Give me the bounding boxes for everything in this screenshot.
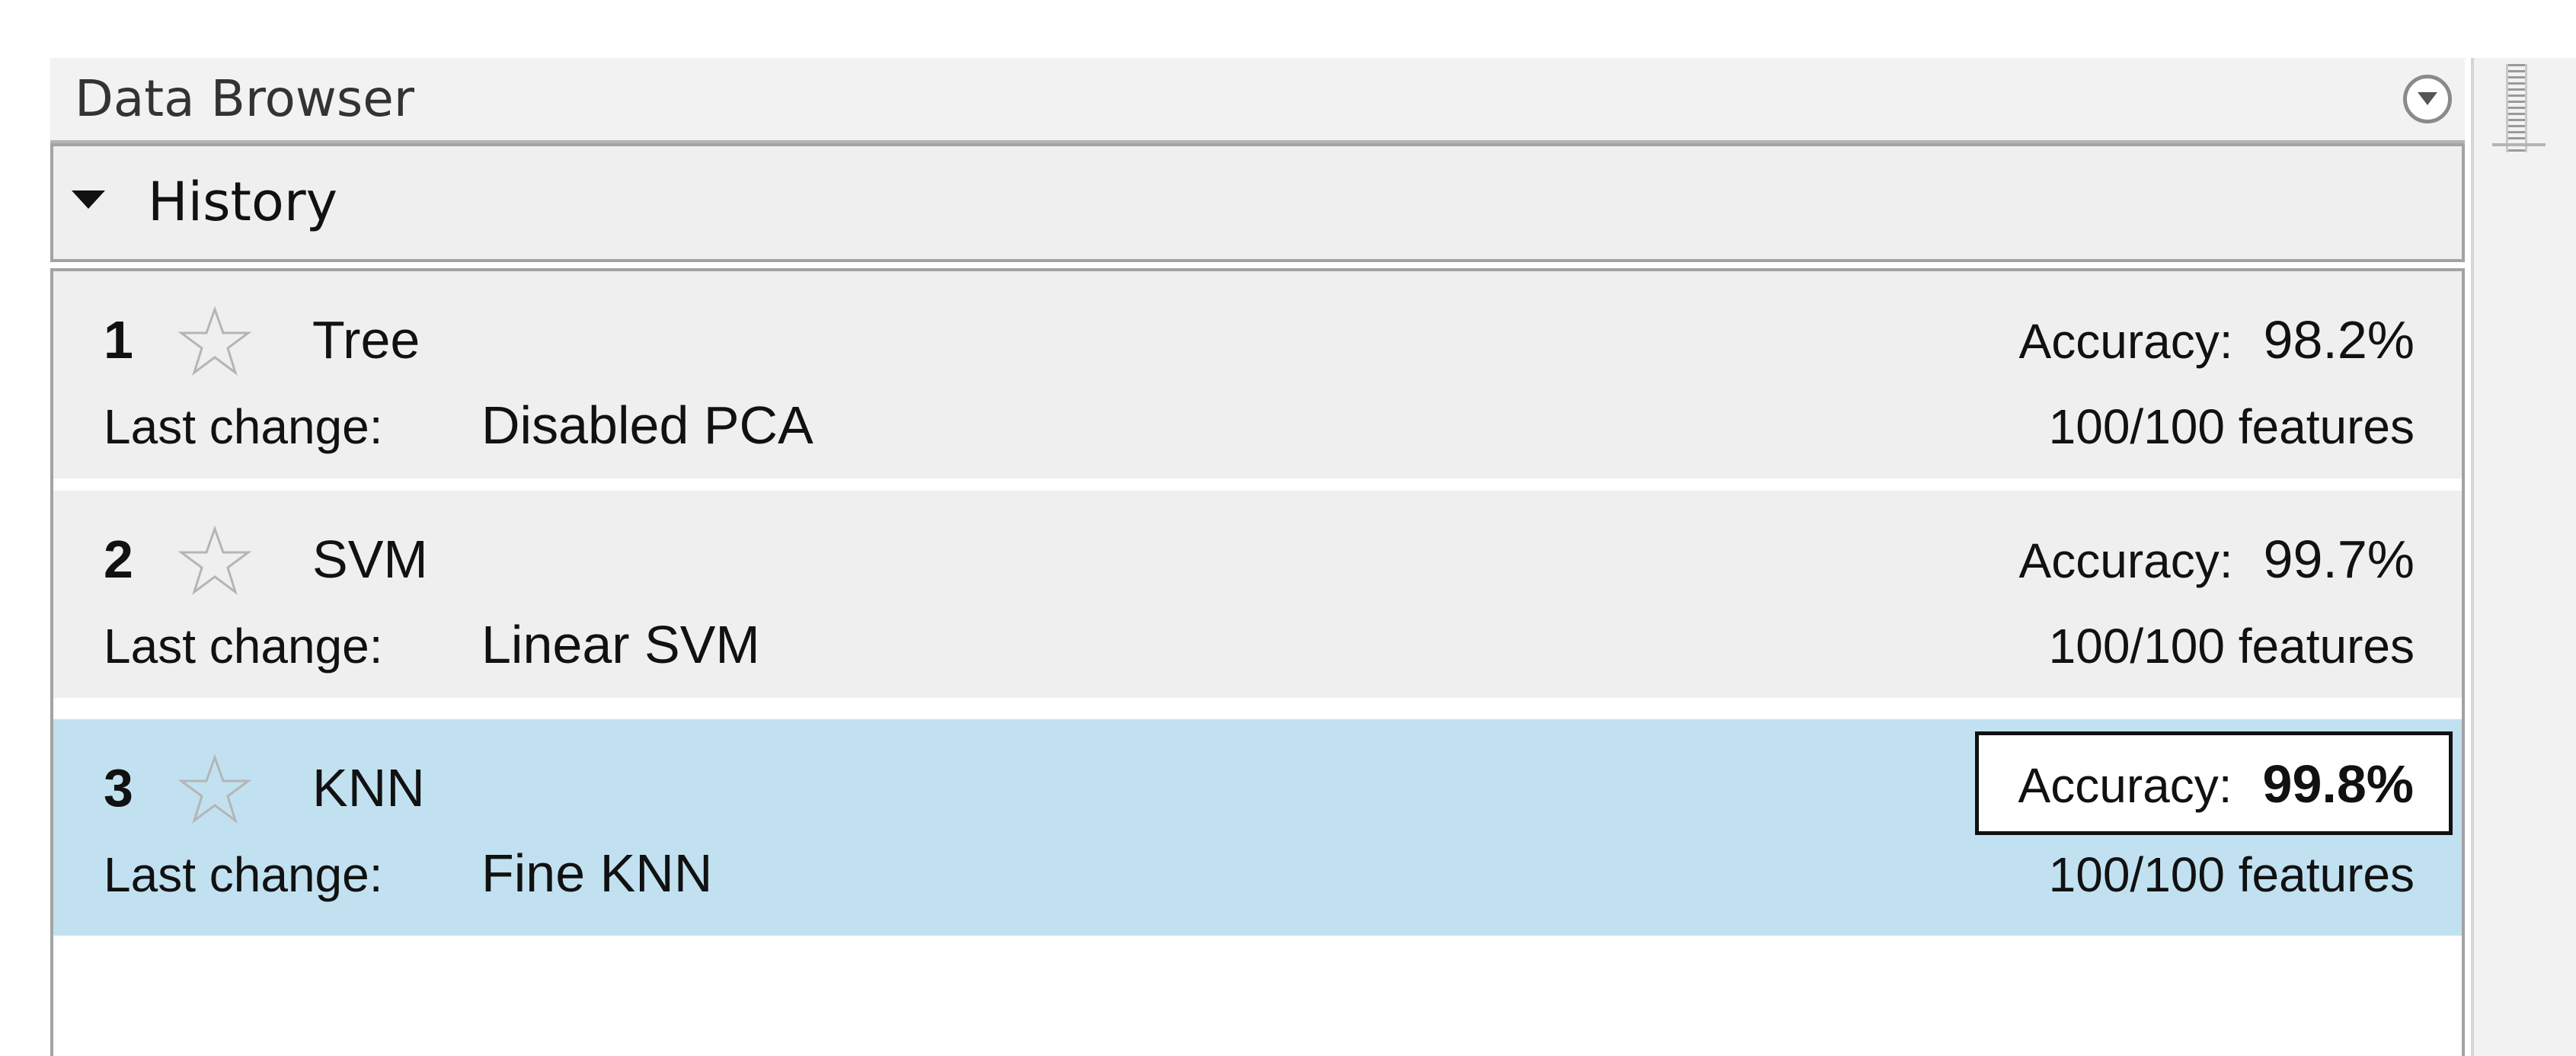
right-side-panel bbox=[2474, 58, 2576, 1056]
panel-title: Data Browser bbox=[75, 69, 415, 128]
item-number: 3 bbox=[104, 758, 133, 818]
accuracy-readout: Accuracy: 99.7% bbox=[2019, 529, 2415, 591]
item-number: 1 bbox=[104, 310, 133, 370]
history-item-3[interactable]: 3 KNN Last change: Fine KNN Accuracy: 99.… bbox=[53, 719, 2462, 936]
item-model-name: SVM bbox=[312, 530, 428, 589]
features-count: 100/100 features bbox=[2048, 847, 2415, 902]
last-change-value: Linear SVM bbox=[481, 615, 760, 674]
accuracy-label: Accuracy: bbox=[2018, 758, 2232, 813]
item-model-name: Tree bbox=[312, 310, 420, 370]
accuracy-value: 99.8% bbox=[2262, 754, 2414, 814]
accuracy-readout: Accuracy: 98.2% bbox=[2019, 309, 2415, 372]
last-change-value: Fine KNN bbox=[481, 843, 713, 903]
star-outline-icon[interactable] bbox=[175, 753, 254, 826]
splitter-grip-handle[interactable] bbox=[2506, 64, 2527, 152]
best-accuracy-readout: Accuracy: 99.8% bbox=[1974, 731, 2453, 835]
star-outline-icon[interactable] bbox=[175, 524, 254, 597]
accuracy-value: 98.2% bbox=[2263, 310, 2415, 370]
last-change-label: Last change: bbox=[104, 619, 383, 674]
last-change-value: Disabled PCA bbox=[481, 395, 813, 455]
history-section-label: History bbox=[148, 171, 338, 233]
history-item-2[interactable]: 2 SVM Last change: Linear SVM Accuracy: 9… bbox=[53, 491, 2462, 698]
history-list: 1 Tree Last change: Disabled PCA Accurac… bbox=[50, 268, 2465, 1056]
accuracy-label: Accuracy: bbox=[2018, 314, 2233, 369]
data-browser-window: Data Browser History 1 Tree Last change:… bbox=[0, 0, 2576, 1056]
panel-splitter[interactable] bbox=[2471, 58, 2474, 1056]
features-count: 100/100 features bbox=[2048, 619, 2415, 674]
triangle-down-icon bbox=[72, 190, 105, 209]
star-outline-icon[interactable] bbox=[175, 305, 254, 378]
history-section-header[interactable]: History bbox=[50, 143, 2465, 262]
divider bbox=[2492, 143, 2546, 146]
item-number: 2 bbox=[104, 530, 133, 589]
accuracy-value: 99.7% bbox=[2263, 530, 2415, 589]
item-model-name: KNN bbox=[312, 758, 425, 818]
last-change-label: Last change: bbox=[104, 399, 383, 454]
features-count: 100/100 features bbox=[2048, 399, 2415, 454]
panel-menu-button[interactable] bbox=[2394, 66, 2461, 133]
accuracy-label: Accuracy: bbox=[2018, 533, 2233, 588]
panel-header: Data Browser bbox=[50, 58, 2465, 143]
history-item-1[interactable]: 1 Tree Last change: Disabled PCA Accurac… bbox=[53, 271, 2462, 478]
last-change-label: Last change: bbox=[104, 847, 383, 902]
